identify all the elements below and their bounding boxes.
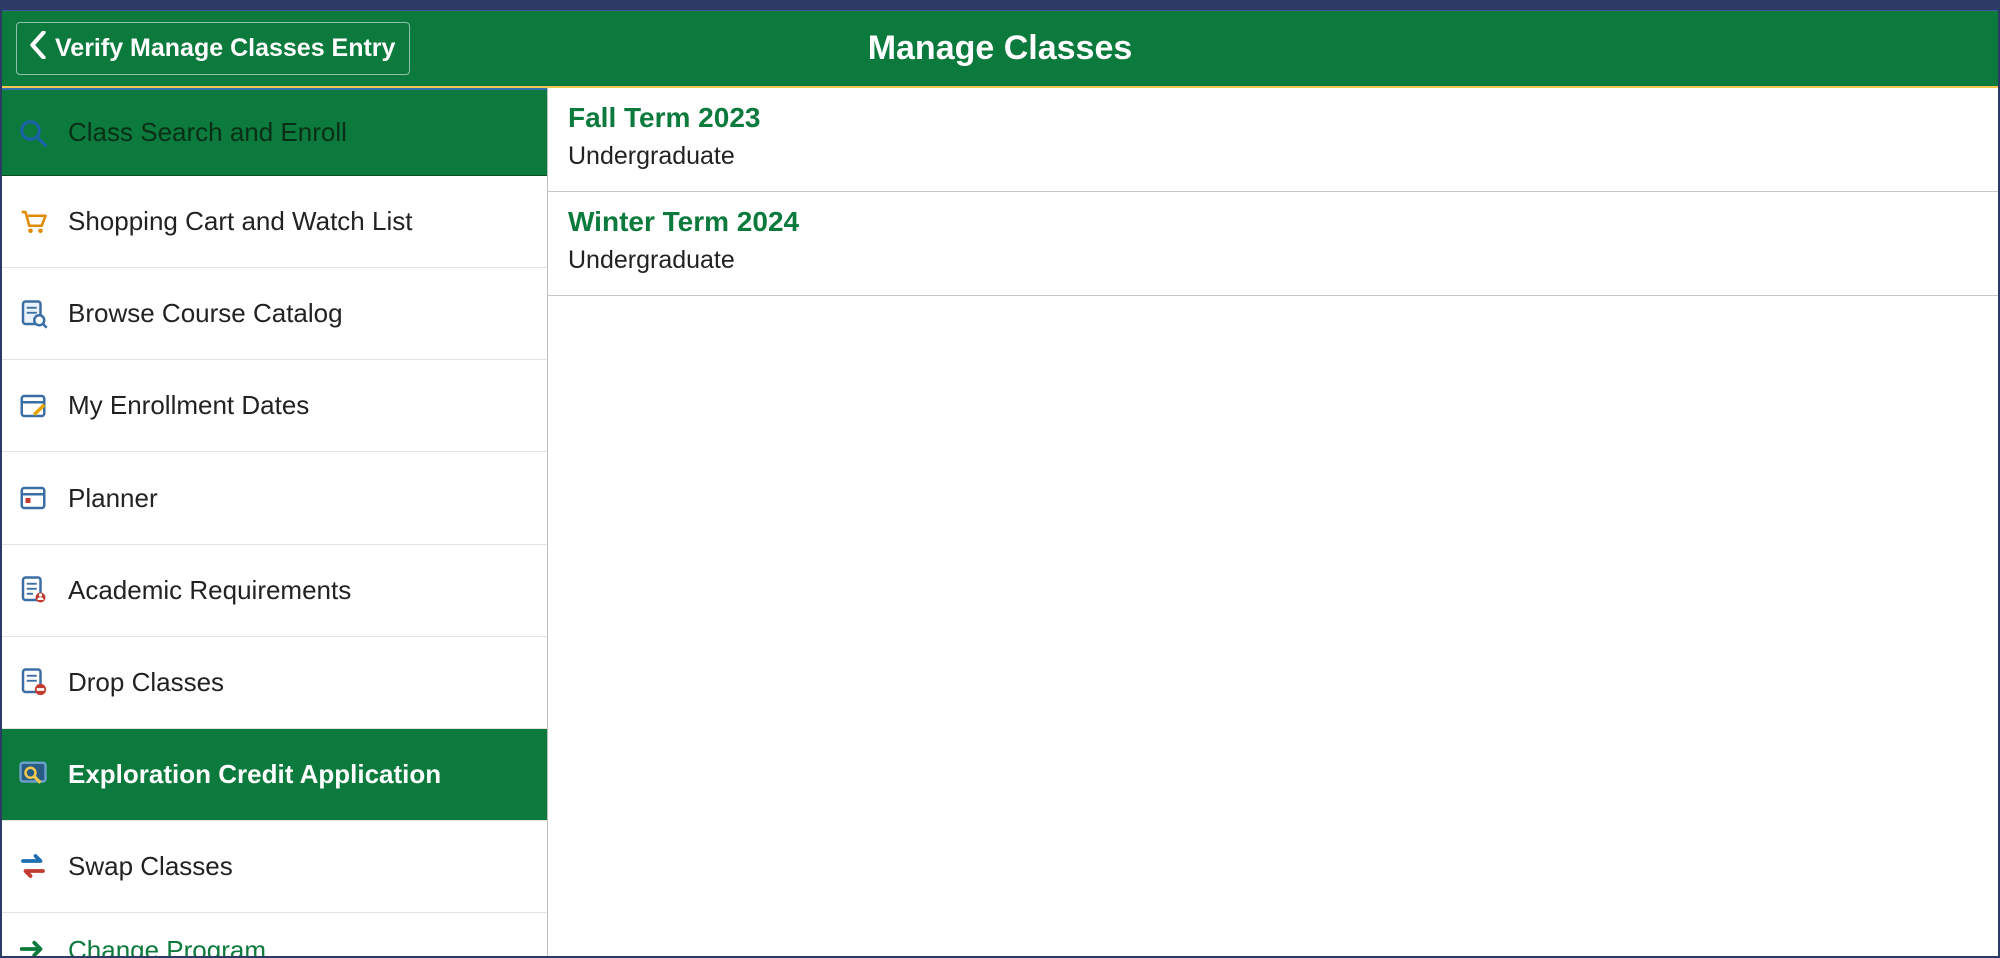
sidebar-item-change-program[interactable]: Change Program [2, 913, 547, 956]
sidebar-item-shopping-cart[interactable]: Shopping Cart and Watch List [2, 176, 547, 268]
page-header: Verify Manage Classes Entry Manage Class… [2, 10, 1998, 88]
sidebar-item-label: Swap Classes [68, 851, 233, 882]
sidebar: Class Search and Enroll Shopping Cart an… [2, 88, 548, 956]
term-level: Undergraduate [568, 142, 1978, 171]
term-row-fall-2023[interactable]: Fall Term 2023 Undergraduate [548, 88, 1998, 192]
sidebar-item-drop-classes[interactable]: Drop Classes [2, 637, 547, 729]
sidebar-item-label: Class Search and Enroll [68, 117, 347, 148]
term-row-winter-2024[interactable]: Winter Term 2024 Undergraduate [548, 192, 1998, 296]
arrow-right-icon [16, 922, 50, 956]
chevron-left-icon [29, 31, 47, 66]
back-button-label: Verify Manage Classes Entry [55, 34, 395, 63]
sidebar-item-label: Drop Classes [68, 667, 224, 698]
sidebar-item-academic-requirements[interactable]: Academic Requirements [2, 545, 547, 637]
swap-icon [16, 849, 50, 883]
term-level: Undergraduate [568, 246, 1978, 275]
sidebar-item-enrollment-dates[interactable]: My Enrollment Dates [2, 360, 547, 452]
term-title: Winter Term 2024 [568, 206, 1978, 238]
planner-icon [16, 481, 50, 515]
sidebar-item-label: Change Program [68, 935, 266, 956]
sidebar-item-browse-catalog[interactable]: Browse Course Catalog [2, 268, 547, 360]
explore-icon [16, 757, 50, 791]
back-button[interactable]: Verify Manage Classes Entry [16, 22, 410, 75]
calendar-pencil-icon [16, 389, 50, 423]
drop-icon [16, 665, 50, 699]
sidebar-item-exploration-credit[interactable]: Exploration Credit Application [2, 729, 547, 821]
sidebar-item-class-search[interactable]: Class Search and Enroll [2, 88, 547, 176]
search-icon [16, 116, 50, 150]
catalog-icon [16, 297, 50, 331]
sidebar-item-label: Shopping Cart and Watch List [68, 206, 412, 237]
sidebar-item-planner[interactable]: Planner [2, 452, 547, 544]
main-content: Fall Term 2023 Undergraduate Winter Term… [548, 88, 1998, 956]
sidebar-item-label: Planner [68, 483, 158, 514]
cart-icon [16, 205, 50, 239]
checklist-icon [16, 573, 50, 607]
sidebar-item-label: Browse Course Catalog [68, 298, 343, 329]
sidebar-item-label: Exploration Credit Application [68, 759, 441, 790]
window-frame-top [2, 2, 1998, 10]
sidebar-item-label: Academic Requirements [68, 575, 351, 606]
sidebar-item-swap-classes[interactable]: Swap Classes [2, 821, 547, 913]
sidebar-item-label: My Enrollment Dates [68, 390, 309, 421]
term-title: Fall Term 2023 [568, 102, 1978, 134]
